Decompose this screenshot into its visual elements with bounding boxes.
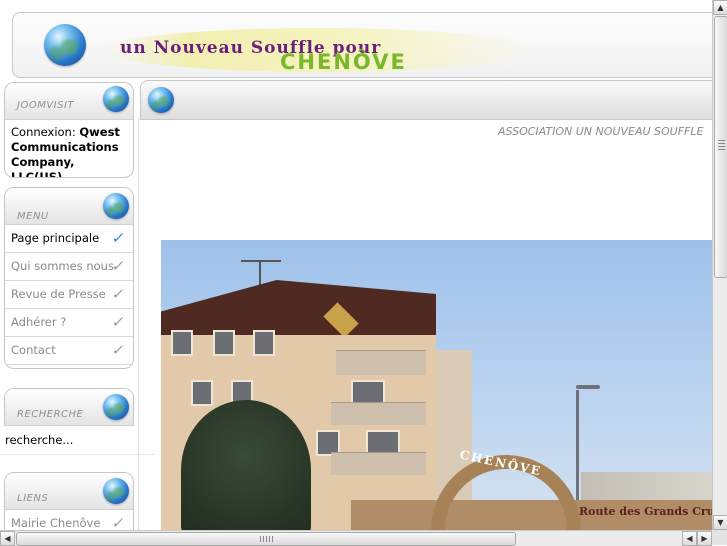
menu-item-label: Page principale (11, 231, 100, 245)
photo-tree (181, 400, 311, 530)
logo-text-line2: CHENÔVE (280, 50, 407, 74)
module-header: RECHERCHE (5, 389, 133, 426)
globe-icon (148, 87, 174, 113)
photo-antenna (241, 260, 281, 262)
module-title: LIENS (17, 493, 49, 504)
search-input[interactable]: recherche... (0, 426, 155, 455)
menu-item-label: Adhérer ? (11, 315, 67, 329)
photo-balcony (331, 402, 426, 425)
menu-item-revue-de-presse[interactable]: Revue de Presse ✓ (5, 281, 133, 309)
photo-far-buildings (581, 472, 712, 502)
photo-balcony (331, 452, 426, 475)
scroll-left-arrow-icon[interactable]: ◀ (682, 531, 697, 546)
scrollbar-corner (712, 530, 727, 545)
globe-icon (44, 24, 86, 66)
check-icon: ✓ (110, 514, 127, 530)
globe-icon (103, 86, 129, 112)
horizontal-scroll-thumb[interactable] (16, 532, 516, 546)
check-icon: ✓ (110, 341, 127, 359)
module-title: JOOMVISIT (17, 100, 75, 111)
menu-item-contact[interactable]: Contact ✓ (5, 337, 133, 365)
main-menu-module: MENU PRINCIPAL Page principale ✓ Qui som… (4, 187, 134, 369)
login-info: Connexion: Qwest Communications Company,… (5, 120, 133, 177)
photo-lamp-head (576, 385, 600, 389)
module-header: JOOMVISIT (5, 83, 133, 120)
scroll-down-arrow-icon[interactable]: ▼ (713, 515, 727, 530)
scroll-up-arrow-icon[interactable]: ▲ (713, 0, 727, 15)
search-module: RECHERCHE (4, 388, 134, 427)
grip-icon (260, 536, 274, 542)
content-header-bar (140, 80, 712, 120)
photo-window (171, 330, 193, 356)
check-icon: ✓ (110, 229, 127, 247)
check-icon: ✓ (110, 257, 127, 275)
link-item-mairie-chenove[interactable]: Mairie Chenôve ✓ (5, 510, 133, 530)
scroll-right-arrow-icon[interactable]: ▶ (697, 531, 712, 546)
content-divider (138, 118, 139, 530)
menu-item-page-principale[interactable]: Page principale ✓ (5, 225, 133, 253)
vertical-scrollbar[interactable]: ▲ ▼ (712, 0, 727, 530)
globe-icon (103, 478, 129, 504)
association-title: ASSOCIATION UN NOUVEAU SOUFFLE (498, 125, 704, 138)
check-icon: ✓ (110, 313, 127, 331)
grip-icon (718, 140, 725, 152)
globe-icon (103, 193, 129, 219)
menu-item-adherer[interactable]: Adhérer ? ✓ (5, 309, 133, 337)
link-item-label: Mairie Chenôve (11, 516, 101, 530)
vertical-scroll-thumb[interactable] (714, 16, 727, 278)
town-photo: CHENÔVE Route des Grands Crus (161, 240, 712, 530)
scroll-left-arrow-icon[interactable]: ◀ (0, 531, 15, 546)
photo-window (191, 380, 213, 406)
horizontal-scrollbar[interactable]: ◀ ◀ ▶ (0, 530, 712, 546)
check-icon: ✓ (110, 285, 127, 303)
photo-window (253, 330, 275, 356)
joomvisit-module: JOOMVISIT Connexion: Qwest Communication… (4, 82, 134, 178)
module-header: LIENS (5, 473, 133, 510)
menu-item-label: Revue de Presse (11, 287, 106, 301)
links-module: LIENS Mairie Chenôve ✓ (4, 472, 134, 530)
page-viewport: un Nouveau Souffle pour CHENÔVE JOOMVISI… (0, 0, 712, 530)
module-header: MENU PRINCIPAL (5, 188, 133, 240)
module-title: RECHERCHE (17, 409, 84, 420)
login-label: Connexion: (11, 125, 76, 139)
menu-item-label: Qui sommes nous (11, 259, 114, 273)
photo-balcony (336, 350, 426, 375)
photo-window (213, 330, 235, 356)
globe-icon (103, 394, 129, 420)
photo-road-sign: Route des Grands Crus (579, 505, 712, 518)
menu-item-label: Contact (11, 343, 56, 357)
menu-item-qui-sommes-nous[interactable]: Qui sommes nous ✓ (5, 253, 133, 281)
